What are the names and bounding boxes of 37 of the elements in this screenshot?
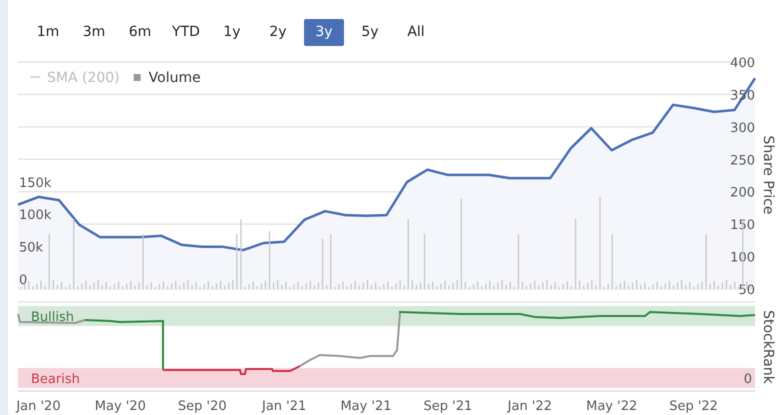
axis-label: 50k xyxy=(19,240,44,256)
axis-label: Sep '21 xyxy=(424,399,472,414)
range-button[interactable]: 3m xyxy=(74,19,114,46)
range-button[interactable]: 5y xyxy=(350,19,390,46)
axis-label: Jan '21 xyxy=(262,399,306,414)
axis-label: May '20 xyxy=(94,399,146,414)
axis-label: 50 xyxy=(738,283,755,298)
range-button[interactable]: 6m xyxy=(120,19,160,46)
axis-label: May '21 xyxy=(340,399,392,414)
axis-label: 150k xyxy=(19,176,52,191)
axis-label: 200 xyxy=(730,186,755,201)
range-button[interactable]: 1m xyxy=(28,19,68,46)
axis-label: 250 xyxy=(730,153,755,168)
axis-label: Jan '20 xyxy=(16,399,61,414)
range-button[interactable]: All xyxy=(396,19,436,46)
range-button[interactable]: 2y xyxy=(258,19,298,46)
axis-label: 100 xyxy=(730,250,755,266)
band-label: Bullish xyxy=(31,310,74,325)
axis-title: StockRank xyxy=(760,310,776,384)
axis-label: Sep '20 xyxy=(178,399,227,414)
axis-label: 100k xyxy=(19,208,52,224)
axis-label: Jan '22 xyxy=(508,399,552,414)
axis-label: 0 xyxy=(744,372,752,387)
axis-label: May '22 xyxy=(586,399,638,414)
band-label: Bearish xyxy=(31,372,80,387)
legend-line-icon xyxy=(30,76,40,78)
legend-item[interactable]: Volume xyxy=(148,70,201,86)
axis-label: 400 xyxy=(730,56,755,71)
axis-label: 0 xyxy=(19,273,28,288)
axis-label: 150 xyxy=(730,218,755,234)
legend-square-icon xyxy=(134,74,141,81)
range-button[interactable]: 1y xyxy=(212,19,252,46)
axis-label: Sep '22 xyxy=(669,399,718,414)
range-button[interactable]: 3y xyxy=(304,19,344,46)
range-button[interactable]: YTD xyxy=(166,19,206,46)
axis-title: Share Price xyxy=(760,136,776,214)
axis-label: 300 xyxy=(730,120,755,136)
